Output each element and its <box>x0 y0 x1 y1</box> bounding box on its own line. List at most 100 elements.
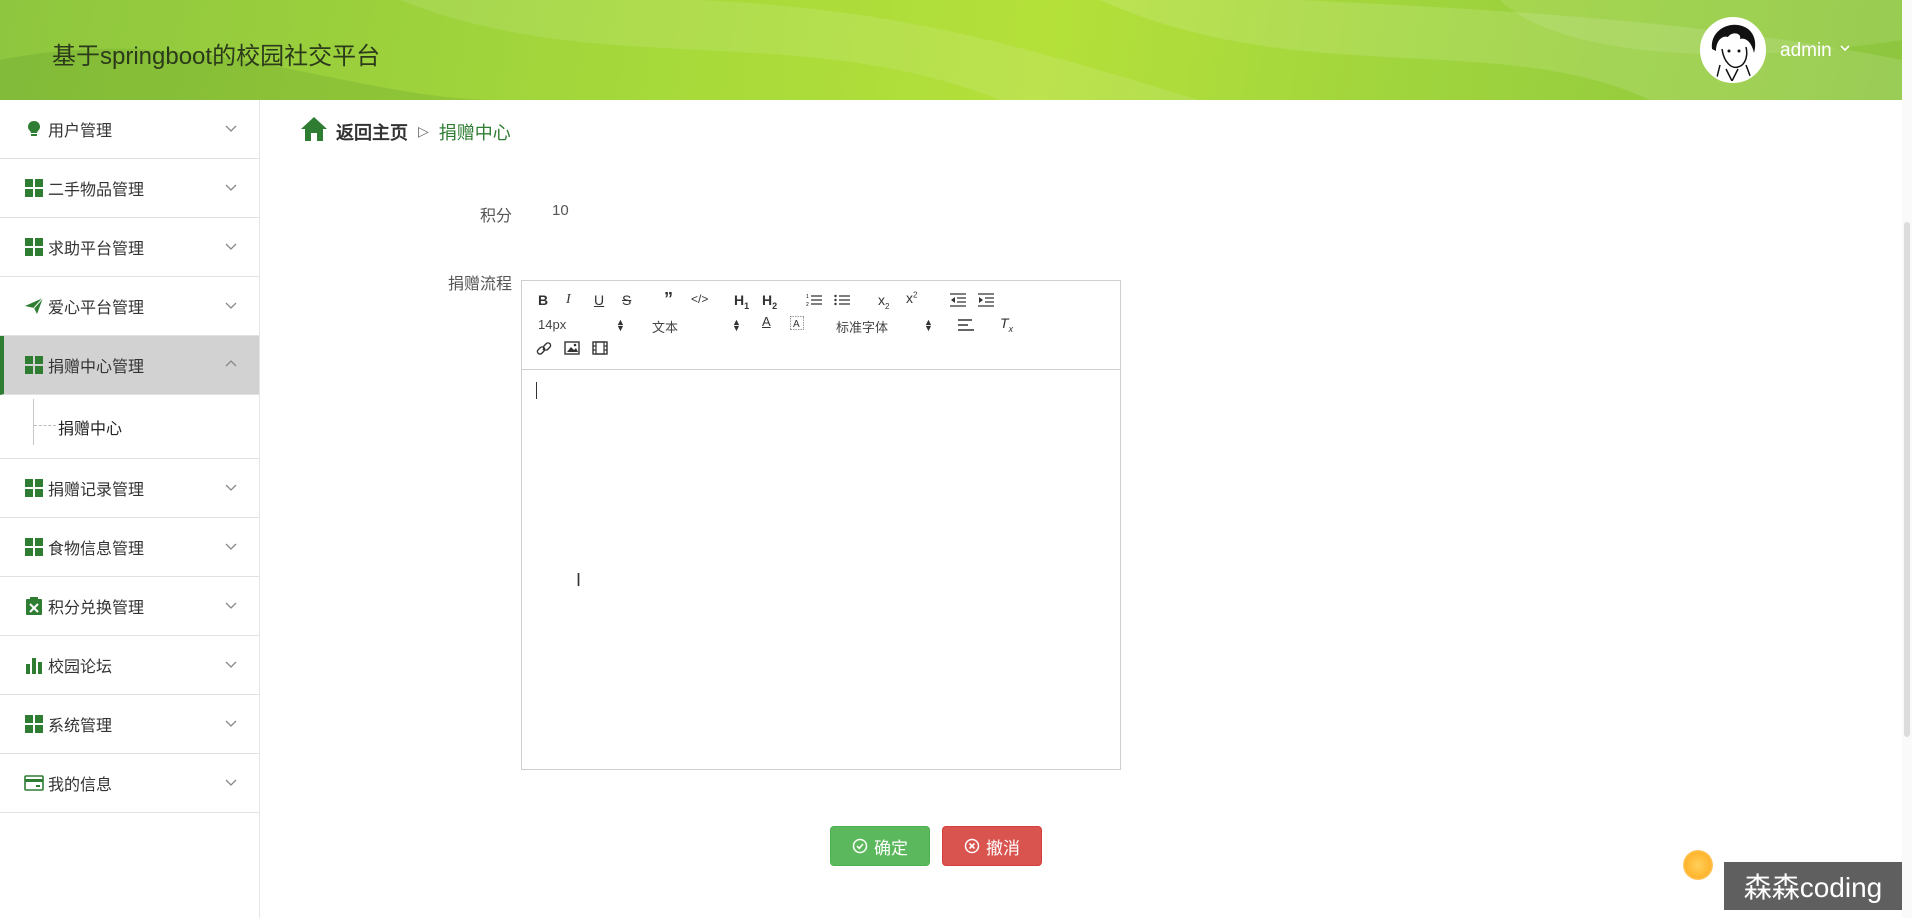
bold-icon[interactable]: B <box>538 292 548 308</box>
rich-text-editor: B I U S ” </> H1 H2 12 x2 x2 14px ▲ ▼ 文本 … <box>521 280 1121 770</box>
home-icon[interactable] <box>300 116 328 147</box>
sidebar-item-label: 我的信息 <box>48 777 113 794</box>
bar-chart-icon <box>24 655 44 675</box>
grid-icon <box>24 537 44 557</box>
scrollbar-thumb[interactable] <box>1904 222 1910 737</box>
username-label[interactable]: admin <box>1780 40 1832 62</box>
avatar-image-icon <box>1702 19 1764 81</box>
block-format-value: 文本 <box>652 320 679 335</box>
cancel-button-label: 撤消 <box>986 838 1020 858</box>
sidebar-item-label: 捐赠记录管理 <box>48 482 145 499</box>
block-format-select[interactable]: 文本 ▲ ▼ <box>652 317 741 336</box>
font-color-icon[interactable]: A <box>762 314 771 329</box>
chevron-down-icon <box>225 243 237 250</box>
font-family-value: 标准字体 <box>836 320 889 335</box>
breadcrumb-current: 捐赠中心 <box>438 122 511 143</box>
process-label: 捐赠流程 <box>447 276 512 293</box>
watermark: 森森coding <box>1724 862 1902 910</box>
sidebar-item-my-info[interactable]: 我的信息 <box>0 754 259 813</box>
sidebar-item-label: 食物信息管理 <box>48 541 145 558</box>
avatar[interactable] <box>1700 17 1766 83</box>
confirm-button[interactable]: 确定 <box>830 826 930 866</box>
grid-icon <box>24 237 44 257</box>
font-size-select[interactable]: 14px ▲ ▼ <box>538 317 625 333</box>
sidebar-subitem-donation-center[interactable]: 捐赠中心 <box>58 415 122 439</box>
sidebar-item-donation-records[interactable]: 捐赠记录管理 <box>0 459 259 518</box>
font-size-value: 14px <box>538 317 567 332</box>
align-icon[interactable] <box>958 318 974 334</box>
sidebar-item-system-management[interactable]: 系统管理 <box>0 695 259 754</box>
svg-text:1: 1 <box>806 294 809 300</box>
tree-line <box>34 425 56 426</box>
sidebar-item-label: 爱心平台管理 <box>48 300 145 317</box>
strikethrough-icon[interactable]: S <box>622 292 631 308</box>
clear-format-icon[interactable]: Tx <box>1000 315 1013 334</box>
sidebar-item-help-platform[interactable]: 求助平台管理 <box>0 218 259 277</box>
app-title: 基于springboot的校园社交平台 <box>52 43 381 70</box>
tree-line <box>33 399 34 445</box>
points-value: 10 <box>552 202 569 219</box>
italic-icon[interactable]: I <box>566 292 571 308</box>
bullet-list-icon[interactable] <box>834 293 850 310</box>
grid-icon <box>24 178 44 198</box>
chevron-up-icon <box>225 360 237 367</box>
superscript-icon[interactable]: x2 <box>906 290 917 306</box>
chevron-down-icon <box>225 779 237 786</box>
clipboard-icon <box>24 596 44 616</box>
cancel-button[interactable]: 撤消 <box>942 826 1042 866</box>
heading1-icon[interactable]: H1 <box>734 292 749 311</box>
sidebar-item-label: 积分兑换管理 <box>48 600 145 617</box>
sidebar-item-secondhand[interactable]: 二手物品管理 <box>0 159 259 218</box>
floating-orb-icon <box>1683 850 1713 880</box>
sidebar-item-campus-forum[interactable]: 校园论坛 <box>0 636 259 695</box>
link-icon[interactable] <box>536 341 552 360</box>
underline-icon[interactable]: U <box>594 292 604 308</box>
subscript-icon[interactable]: x2 <box>878 292 889 311</box>
select-arrows-icon: ▲ ▼ <box>924 317 933 333</box>
editor-content-area[interactable] <box>522 371 1120 769</box>
chevron-down-icon[interactable] <box>1840 42 1850 56</box>
sidebar-item-label: 二手物品管理 <box>48 182 145 199</box>
text-cursor-icon: I <box>576 570 582 590</box>
code-block-icon[interactable]: </> <box>691 292 708 306</box>
sidebar-item-user-management[interactable]: 用户管理 <box>0 100 259 159</box>
breadcrumb-home-link[interactable]: 返回主页 <box>336 119 408 145</box>
chevron-down-icon <box>225 602 237 609</box>
video-icon[interactable] <box>592 341 608 358</box>
sidebar-item-label: 捐赠中心管理 <box>48 359 145 376</box>
check-circle-icon <box>852 838 868 854</box>
sidebar-item-label: 校园论坛 <box>48 659 113 676</box>
select-arrows-icon: ▲ ▼ <box>616 317 625 333</box>
sidebar-item-label: 系统管理 <box>48 718 113 735</box>
sidebar-submenu: 捐赠中心 <box>0 395 259 459</box>
lightbulb-icon <box>24 119 44 139</box>
svg-text:2: 2 <box>806 302 809 307</box>
grid-icon <box>24 714 44 734</box>
editor-toolbar: B I U S ” </> H1 H2 12 x2 x2 14px ▲ ▼ 文本 … <box>522 281 1120 370</box>
points-label: 积分 <box>479 208 512 225</box>
grid-icon <box>24 478 44 498</box>
background-color-icon[interactable]: A <box>789 315 805 333</box>
outdent-icon[interactable] <box>950 293 966 310</box>
paper-plane-icon <box>24 296 44 316</box>
sidebar-item-charity-platform[interactable]: 爱心平台管理 <box>0 277 259 336</box>
ordered-list-icon[interactable]: 12 <box>806 293 822 310</box>
sidebar-item-food-info[interactable]: 食物信息管理 <box>0 518 259 577</box>
heading2-icon[interactable]: H2 <box>762 292 777 311</box>
breadcrumb-separator: ▷ <box>418 123 429 139</box>
confirm-button-label: 确定 <box>874 838 908 858</box>
chevron-down-icon <box>225 184 237 191</box>
sidebar-item-points-exchange[interactable]: 积分兑换管理 <box>0 577 259 636</box>
image-icon[interactable] <box>564 341 580 358</box>
card-icon <box>24 773 44 793</box>
sidebar-item-donation-center-management[interactable]: 捐赠中心管理 <box>0 336 259 395</box>
sidebar-item-label: 用户管理 <box>48 123 113 140</box>
sidebar-item-label: 求助平台管理 <box>48 241 145 258</box>
chevron-down-icon <box>225 302 237 309</box>
top-header: 基于springboot的校园社交平台 admin <box>0 0 1902 100</box>
font-family-select[interactable]: 标准字体 ▲ ▼ <box>836 317 933 336</box>
close-circle-icon <box>964 838 980 854</box>
indent-icon[interactable] <box>978 293 994 310</box>
chevron-down-icon <box>225 484 237 491</box>
blockquote-icon[interactable]: ” <box>664 289 673 310</box>
